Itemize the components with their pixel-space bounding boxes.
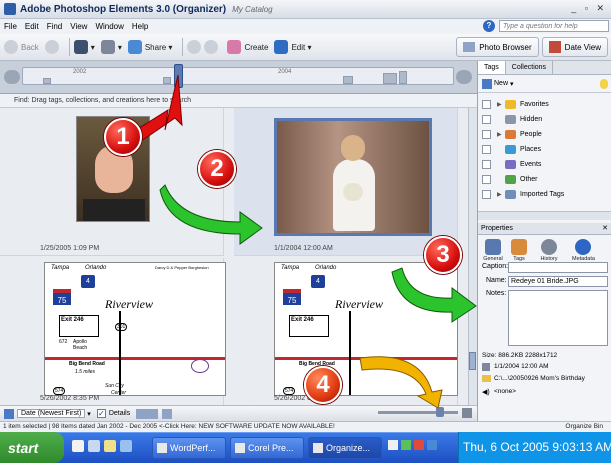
- step-badge-3: 3: [424, 236, 462, 274]
- green-arrow-2: [159, 184, 263, 245]
- step-badge-2: 2: [198, 150, 236, 188]
- green-arrow-3: [391, 267, 477, 323]
- step-badge-4: 4: [304, 366, 342, 404]
- yellow-arrow-4: [359, 356, 443, 409]
- step-badge-1: 1: [104, 118, 142, 156]
